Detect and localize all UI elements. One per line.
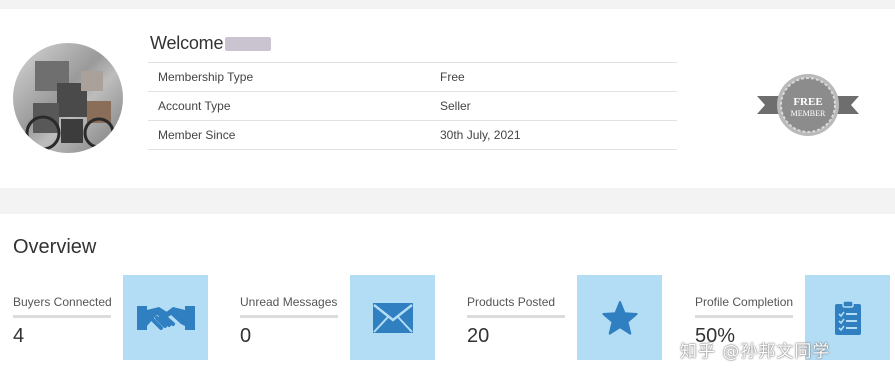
star-icon [601, 300, 638, 335]
envelope-icon [372, 302, 413, 333]
messages-tile[interactable] [350, 275, 435, 360]
welcome-heading: Welcome [150, 33, 272, 54]
stat-divider [240, 315, 338, 318]
clipboard-icon [834, 299, 861, 335]
badge-text-member: MEMBER [791, 109, 826, 118]
bicycle-wheels-graphic [25, 115, 115, 151]
table-row: Member Since 30th July, 2021 [148, 120, 677, 150]
member-since-label: Member Since [158, 128, 236, 142]
account-type-value: Seller [440, 99, 471, 113]
products-tile[interactable] [577, 275, 662, 360]
free-member-badge: FREE MEMBER [757, 74, 859, 136]
stat-value: 0 [240, 325, 252, 347]
stat-value: 4 [13, 325, 25, 347]
stat-label: Unread Messages [240, 295, 338, 309]
membership-type-value: Free [440, 70, 465, 84]
avatar[interactable] [13, 43, 123, 153]
buyers-tile[interactable] [123, 275, 208, 360]
stat-label: Profile Completion [695, 295, 794, 309]
welcome-label: Welcome [150, 33, 224, 53]
stat-divider [695, 315, 793, 318]
watermark-text: 知乎 @孙邦文同学 [680, 342, 831, 362]
membership-info-table: Membership Type Free Account Type Seller… [148, 62, 677, 150]
stat-label: Products Posted [467, 295, 556, 309]
stat-divider [467, 315, 565, 318]
membership-type-label: Membership Type [158, 70, 254, 84]
badge-text-free: FREE [793, 96, 822, 108]
stat-divider [13, 315, 111, 318]
overview-title: Overview [13, 236, 97, 258]
profile-panel: Welcome Membership Type Free Account Typ… [0, 9, 895, 188]
handshake-icon [136, 305, 195, 330]
stat-label: Buyers Connected [13, 295, 112, 309]
username-redacted [225, 36, 272, 51]
account-type-label: Account Type [158, 99, 231, 113]
member-since-value: 30th July, 2021 [440, 128, 521, 142]
stat-value: 20 [467, 325, 490, 347]
table-row: Membership Type Free [148, 62, 677, 92]
table-row: Account Type Seller [148, 91, 677, 121]
